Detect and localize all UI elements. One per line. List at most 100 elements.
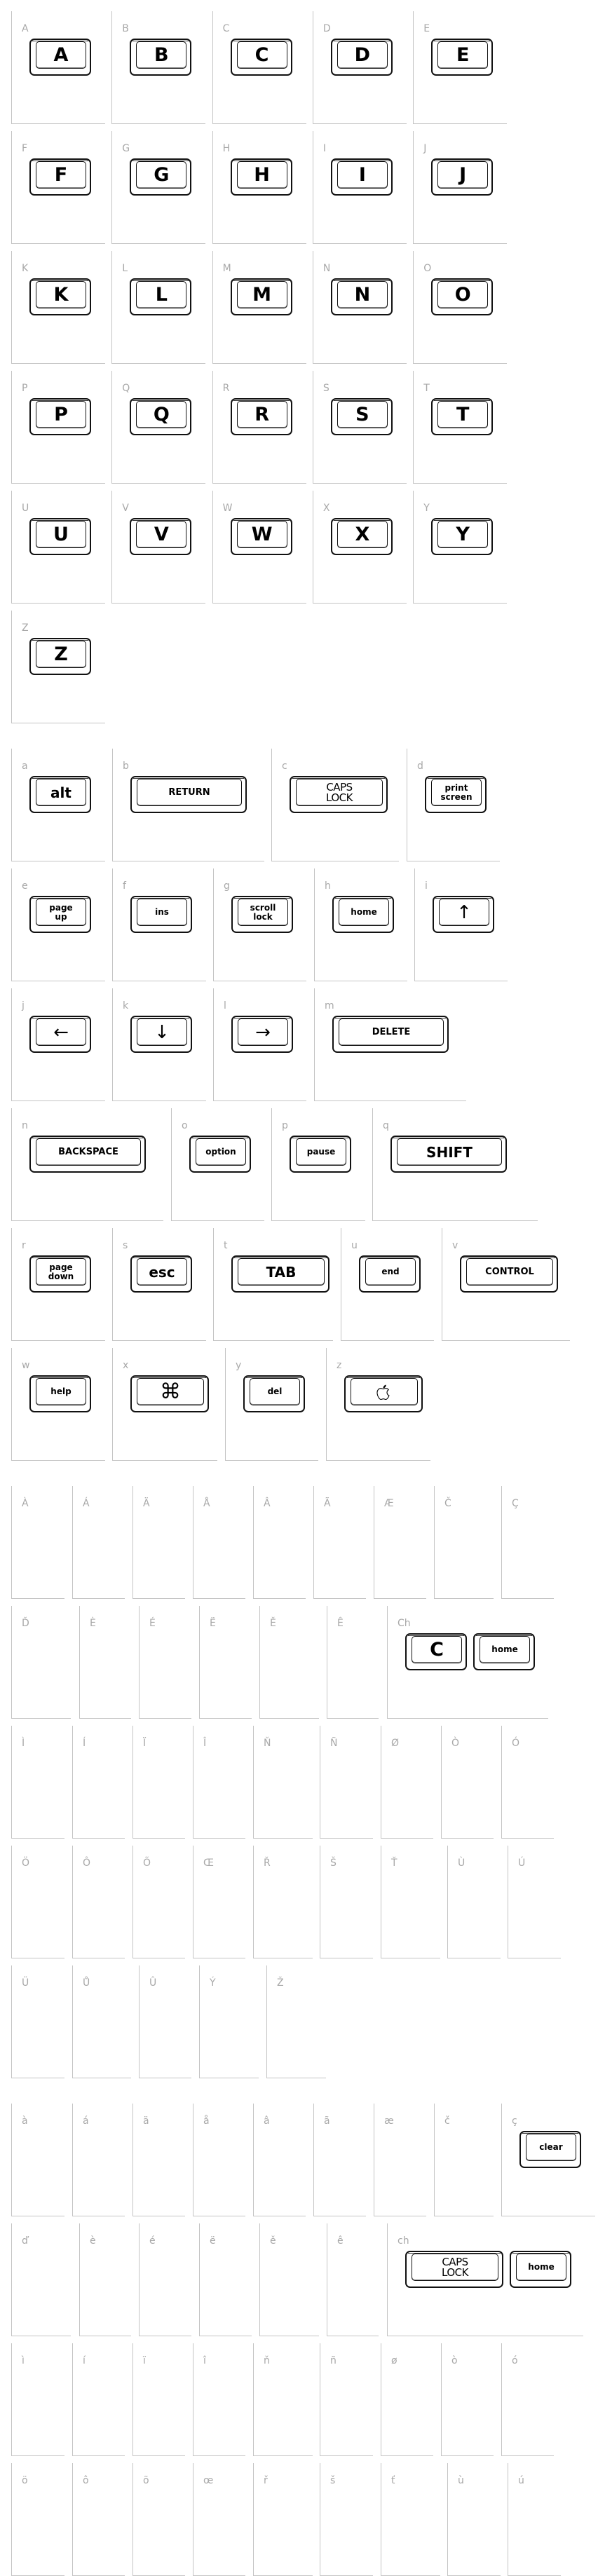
- glyph-cell: Ä: [132, 1486, 185, 1599]
- glyph-cell: k ↓: [112, 988, 206, 1101]
- glyph-label: ď: [22, 2235, 28, 2247]
- keycap-legend: RETURN: [137, 779, 242, 806]
- glyph-label: î: [203, 2355, 206, 2366]
- keycap: SHIFT: [390, 1136, 507, 1173]
- keycap-group: G: [130, 158, 192, 196]
- keycap: P: [29, 398, 91, 435]
- keycap-group: Q: [130, 398, 192, 435]
- keycap-legend: B: [136, 41, 187, 69]
- glyph-label: Å: [203, 1498, 210, 1509]
- keycap-group: D: [330, 39, 393, 76]
- keycap-group: B: [130, 39, 192, 76]
- glyph-cell: MM: [212, 251, 306, 364]
- glyph-cell: YY: [413, 491, 508, 604]
- keycap: DELETE: [332, 1016, 449, 1053]
- keycap-legend: U: [36, 521, 86, 548]
- glyph-cell: t TAB: [213, 1228, 333, 1341]
- keycap-group: esc: [130, 1255, 192, 1293]
- glyph-cell: è: [79, 2223, 131, 2336]
- glyph-label: M: [222, 263, 231, 274]
- glyph-cell: x ⌘: [112, 1348, 217, 1461]
- glyph-cell: Ô: [72, 1846, 125, 1958]
- glyph-label: J: [423, 143, 427, 154]
- glyph-cell: h home: [314, 868, 407, 981]
- arrow-down-icon: ↓: [137, 1018, 187, 1046]
- glyph-label: j: [22, 1000, 25, 1011]
- glyph-label: Ů: [83, 1977, 90, 1989]
- glyph-label: Î: [203, 1738, 207, 1749]
- glyph-cell: m DELETE: [314, 988, 466, 1101]
- glyph-label: w: [22, 1360, 30, 1371]
- keycap-group: CAPS LOCK: [290, 776, 388, 813]
- glyph-label: Ë: [210, 1618, 216, 1629]
- glyph-label: Û: [149, 1977, 157, 1989]
- keycap-group: RETURN: [130, 776, 247, 813]
- keycap-legend: CAPS LOCK: [412, 2254, 498, 2281]
- keycap: home: [332, 896, 394, 933]
- glyph-label: P: [22, 383, 28, 394]
- glyph-cell: EE: [413, 11, 508, 124]
- glyph-label: Ã: [324, 1498, 331, 1509]
- command-icon: ⌘: [137, 1378, 204, 1405]
- glyph-label: Â: [264, 1498, 271, 1509]
- keycap-legend: Y: [437, 521, 489, 548]
- glyph-cell: s esc: [112, 1228, 206, 1341]
- glyph-cell: q SHIFT: [372, 1108, 538, 1221]
- keycap-group: DELETE: [332, 1016, 449, 1053]
- keycap-legend: home: [339, 899, 389, 926]
- glyph-label: Ch: [397, 1618, 411, 1629]
- keycap-group: O: [431, 278, 494, 315]
- glyph-label: c: [282, 761, 287, 772]
- glyph-label: č: [444, 2115, 450, 2127]
- keycap-legend: home: [516, 2254, 566, 2281]
- glyph-label: á: [83, 2115, 89, 2127]
- glyph-label: Ô: [83, 1858, 91, 1869]
- glyph-label: O: [423, 263, 432, 274]
- keycap: F: [29, 158, 91, 196]
- glyph-cell: TT: [413, 371, 508, 484]
- glyph-cell: Ch Chome: [387, 1606, 548, 1719]
- keycap-legend: clear: [526, 2134, 576, 2161]
- glyph-label: ť: [391, 2475, 395, 2486]
- glyph-label: y: [236, 1360, 242, 1371]
- keycap: S: [330, 398, 393, 435]
- keycap-legend: C: [412, 1636, 462, 1663]
- keycap: RETURN: [130, 776, 247, 813]
- keycap-group: A: [29, 39, 91, 76]
- keycap-legend: X: [337, 521, 388, 548]
- keycap: R: [230, 398, 292, 435]
- glyph-label: Ï: [143, 1738, 147, 1749]
- glyph-cell: Ň: [253, 1726, 313, 1839]
- keycap-group: →: [231, 1016, 293, 1053]
- glyph-label: o: [182, 1120, 188, 1131]
- keycap-group: ↑: [433, 896, 494, 933]
- glyph-cell: FF: [11, 131, 105, 244]
- glyph-cell: SS: [312, 371, 407, 484]
- glyph-label: É: [149, 1618, 156, 1629]
- keycap: ↓: [130, 1016, 192, 1053]
- glyph-label: S: [322, 383, 329, 394]
- glyph-label: p: [282, 1120, 288, 1131]
- keycap-group: scroll lock: [231, 896, 293, 933]
- keycap-group: I: [330, 158, 393, 196]
- glyph-label: Z: [22, 622, 29, 634]
- glyph-cell: o option: [171, 1108, 264, 1221]
- glyph-label: N: [322, 263, 331, 274]
- keycap-legend: SHIFT: [397, 1138, 502, 1166]
- keycap: ←: [29, 1016, 91, 1053]
- keycap: I: [330, 158, 393, 196]
- glyph-cell: GG: [111, 131, 206, 244]
- keycap: E: [431, 39, 494, 76]
- glyph-cell: j ←: [11, 988, 105, 1101]
- keycap-legend: A: [36, 41, 86, 69]
- keycap: clear: [519, 2131, 581, 2168]
- glyph-cell: DD: [312, 11, 407, 124]
- glyph-label: R: [222, 383, 230, 394]
- keycap-group: SHIFT: [390, 1136, 507, 1173]
- keycap-group: V: [130, 518, 192, 555]
- keycap: ins: [130, 896, 192, 933]
- keycap-group: option: [189, 1136, 251, 1173]
- keycap-legend: P: [36, 401, 86, 428]
- keycap-legend: home: [480, 1636, 530, 1663]
- keycap: Y: [431, 518, 494, 555]
